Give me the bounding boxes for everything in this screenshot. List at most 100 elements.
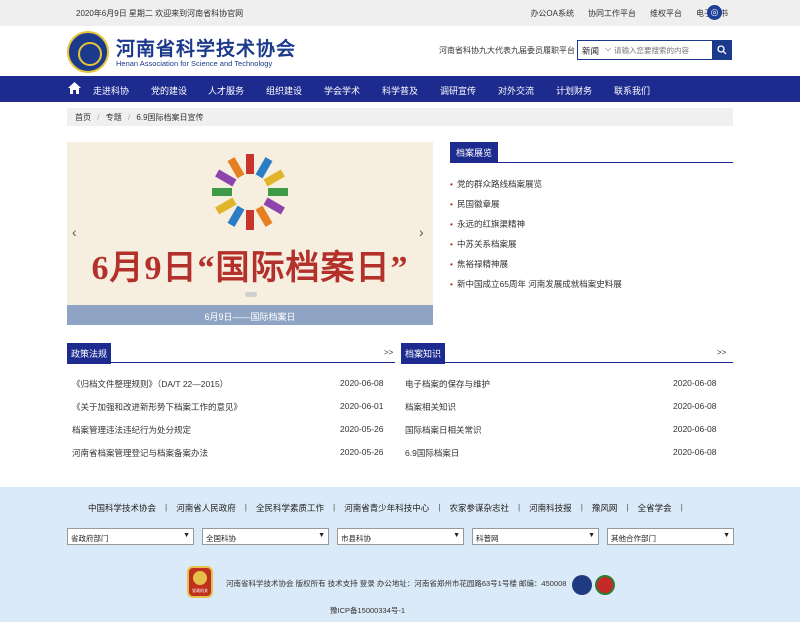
- slider-prev-arrow-icon[interactable]: ‹: [72, 224, 77, 240]
- list-item[interactable]: 中苏关系档案展: [450, 238, 622, 258]
- footer-link[interactable]: 中国科学技术协会: [88, 502, 156, 514]
- breadcrumb-topic[interactable]: 专题: [106, 113, 122, 122]
- weibo-icon[interactable]: ◎: [707, 5, 722, 20]
- footer-select-science-web[interactable]: 科普网 ▼: [472, 528, 599, 545]
- item-date: 2020-06-01: [340, 401, 384, 411]
- slider-indicator[interactable]: [245, 292, 257, 297]
- footer-select-national-cast[interactable]: 全国科协 ▼: [202, 528, 329, 545]
- dropdown-arrow-icon: ▼: [453, 532, 460, 539]
- footer-select-partners[interactable]: 其他合作部门 ▼: [607, 528, 734, 545]
- footer-link-separator: |: [580, 502, 583, 512]
- list-item[interactable]: 档案管理违法违纪行为处分规定 2020-05-26: [72, 424, 385, 447]
- footer-link[interactable]: 全民科学素质工作: [256, 502, 324, 514]
- item-title[interactable]: 国际档案日相关常识: [405, 425, 482, 435]
- dropdown-arrow-icon: ▼: [588, 532, 595, 539]
- footer-link-separator: |: [244, 502, 247, 512]
- list-item[interactable]: 河南省档案管理登记与档案备案办法 2020-05-26: [72, 447, 385, 470]
- dropdown-arrow-icon: ▼: [183, 532, 190, 539]
- list-item[interactable]: 《归档文件整理规则》（DA/T 22—2015） 2020-06-08: [72, 378, 385, 401]
- nav-item-contact[interactable]: 联系我们: [614, 84, 650, 97]
- nav-item-party[interactable]: 党的建设: [151, 84, 187, 97]
- banner-slider[interactable]: 6月9日“国际档案日” ‹ › 6月9日——国际档案日: [67, 142, 433, 325]
- item-date: 2020-06-08: [673, 378, 717, 388]
- archive-day-emblem-icon: [212, 154, 288, 230]
- top-bar: 2020年6月9日 星期二 欢迎来到河南省科协官网 办公OA系统 协同工作平台 …: [0, 0, 800, 26]
- exhibition-list: 党的群众路线档案展览 民国徽章展 永远的红旗渠精神 中苏关系档案展 焦裕禄精神展…: [450, 178, 622, 298]
- list-item[interactable]: 档案相关知识 2020-06-08: [405, 401, 725, 424]
- item-title[interactable]: 《归档文件整理规则》（DA/T 22—2015）: [72, 379, 228, 389]
- tab-archive-knowledge[interactable]: 档案知识: [401, 343, 446, 364]
- top-link-collab[interactable]: 协同工作平台: [588, 8, 636, 19]
- list-item[interactable]: 民国徽章展: [450, 198, 622, 218]
- top-link-rights[interactable]: 维权平台: [650, 8, 682, 19]
- dropdown-arrow-icon: ▼: [318, 532, 325, 539]
- site-verification-icon[interactable]: [595, 575, 615, 595]
- item-date: 2020-06-08: [673, 424, 717, 434]
- banner-headline: 6月9日“国际档案日”: [91, 250, 409, 287]
- nav-item-finance[interactable]: 计划财务: [556, 84, 592, 97]
- footer-link[interactable]: 河南省人民政府: [176, 502, 236, 514]
- footer-link[interactable]: 河南省青少年科技中心: [344, 502, 429, 514]
- footer-link-separator: |: [438, 502, 441, 512]
- list-item[interactable]: 永远的红旗渠精神: [450, 218, 622, 238]
- search-category-select[interactable]: 新闻: [582, 45, 599, 57]
- breadcrumb-separator: /: [127, 113, 131, 122]
- list-item[interactable]: 新中国成立65周年 河南发展成就档案史料展: [450, 278, 622, 298]
- association-logo-icon[interactable]: [67, 31, 109, 73]
- top-links: 办公OA系统 协同工作平台 维权平台 电子图书: [530, 8, 728, 19]
- site-title[interactable]: 河南省科学技术协会: [116, 34, 296, 61]
- item-title[interactable]: 档案相关知识: [405, 402, 456, 412]
- section-divider: [67, 362, 395, 363]
- home-icon[interactable]: [68, 82, 81, 94]
- banner-caption[interactable]: 6月9日——国际档案日: [67, 305, 433, 325]
- nav-item-about[interactable]: 走进科协: [93, 84, 129, 97]
- knowledge-more-link[interactable]: >>: [717, 348, 726, 357]
- nav-item-talent[interactable]: 人才服务: [208, 84, 244, 97]
- list-item[interactable]: 国际档案日相关常识 2020-06-08: [405, 424, 725, 447]
- nav-item-organization[interactable]: 组织建设: [266, 84, 302, 97]
- police-record-icon[interactable]: [572, 575, 592, 595]
- nav-item-research[interactable]: 调研宣传: [440, 84, 476, 97]
- site-subtitle: Henan Association for Science and Techno…: [116, 59, 273, 68]
- breadcrumb-separator: /: [97, 113, 100, 122]
- item-title[interactable]: 《关于加强和改进新形势下档案工作的意见》: [72, 402, 242, 412]
- policy-more-link[interactable]: >>: [384, 348, 393, 357]
- slider-next-arrow-icon[interactable]: ›: [419, 224, 424, 240]
- footer-selects: 省政府部门 ▼ 全国科协 ▼ 市县科协 ▼ 科普网 ▼ 其他合作部门 ▼: [67, 528, 734, 545]
- party-government-badge-icon[interactable]: 党政机关: [187, 566, 213, 598]
- item-title[interactable]: 档案管理违法违纪行为处分规定: [72, 425, 191, 435]
- footer-select-county-cast[interactable]: 市县科协 ▼: [337, 528, 464, 545]
- footer: 中国科学技术协会 | 河南省人民政府 | 全民科学素质工作 | 河南省青少年科技中心 |…: [0, 487, 800, 622]
- item-title[interactable]: 6.9国际档案日: [405, 448, 459, 458]
- nav-item-academic[interactable]: 学会学术: [324, 84, 360, 97]
- select-value: 省政府部门: [71, 534, 109, 543]
- list-item[interactable]: 6.9国际档案日 2020-06-08: [405, 447, 725, 470]
- list-item[interactable]: 焦裕禄精神展: [450, 258, 622, 278]
- search-button[interactable]: [712, 41, 731, 59]
- nav-item-exchange[interactable]: 对外交流: [498, 84, 534, 97]
- top-link-oa[interactable]: 办公OA系统: [530, 8, 574, 19]
- item-title[interactable]: 电子档案的保存与维护: [405, 379, 490, 389]
- nav-item-popular-science[interactable]: 科学普及: [382, 84, 418, 97]
- list-item[interactable]: 《关于加强和改进新形势下档案工作的意见》 2020-06-01: [72, 401, 385, 424]
- footer-select-gov[interactable]: 省政府部门 ▼: [67, 528, 194, 545]
- search-input[interactable]: [614, 46, 710, 55]
- select-value: 市县科协: [341, 534, 371, 543]
- list-item[interactable]: 电子档案的保存与维护 2020-06-08: [405, 378, 725, 401]
- tab-policy-regulations[interactable]: 政策法规: [67, 343, 112, 364]
- item-title[interactable]: 河南省档案管理登记与档案备案办法: [72, 448, 208, 458]
- knowledge-list: 电子档案的保存与维护 2020-06-08 档案相关知识 2020-06-08 国际…: [405, 378, 725, 470]
- footer-icp[interactable]: 豫ICP备15000334号-1: [330, 605, 405, 616]
- list-item[interactable]: 党的群众路线档案展览: [450, 178, 622, 198]
- tab-archive-exhibition[interactable]: 档案展览: [450, 142, 499, 163]
- footer-link[interactable]: 全省学会: [638, 502, 672, 514]
- footer-link[interactable]: 河南科技报: [529, 502, 572, 514]
- delegate-platform-link[interactable]: 河南省科协九大代表九届委员履职平台: [439, 45, 575, 56]
- chevron-down-icon[interactable]: ⌵: [605, 44, 611, 54]
- footer-link[interactable]: 农家参谋杂志社: [449, 502, 509, 514]
- breadcrumb-home[interactable]: 首页: [75, 113, 91, 122]
- footer-link[interactable]: 豫风网: [592, 502, 618, 514]
- footer-copyright: 河南省科学技术协会 版权所有 技术支持 登录 办公地址：河南省郑州市花园路63号…: [226, 579, 567, 588]
- select-value: 其他合作部门: [611, 534, 656, 543]
- footer-link-separator: |: [680, 502, 683, 512]
